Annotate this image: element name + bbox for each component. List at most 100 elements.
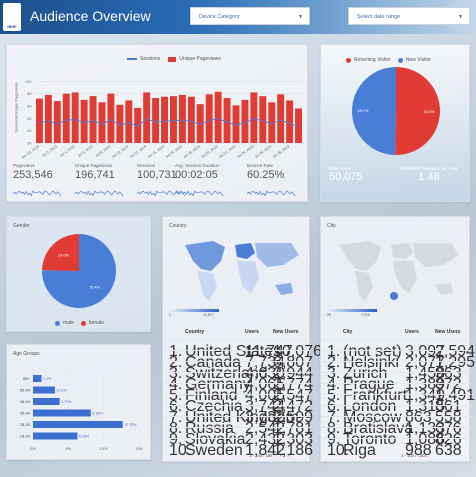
- pageviews-bar[interactable]: [161, 96, 168, 143]
- date-range-dropdown[interactable]: Select date range ▼: [348, 7, 470, 25]
- legend-pageviews: Unique Pageviews: [179, 56, 221, 62]
- y-tick-label: 8K: [27, 91, 32, 96]
- pageviews-bar[interactable]: [223, 97, 231, 143]
- pageviews-bar[interactable]: [36, 98, 43, 143]
- table-row[interactable]: 4. Prague 1,389 872: [321, 372, 471, 393]
- table-row[interactable]: 1. (not set) 3,097 2,594: [321, 339, 475, 360]
- pageviews-bar[interactable]: [178, 94, 186, 143]
- pageviews-bar[interactable]: [44, 94, 52, 143]
- table-row[interactable]: 3. Switzerland 4,630 2,944: [163, 361, 313, 382]
- country-map[interactable]: [163, 231, 311, 321]
- pageviews-bar[interactable]: [214, 91, 222, 143]
- x-tick-label: 0%: [30, 446, 36, 451]
- pageviews-bar[interactable]: [143, 92, 151, 143]
- table-row[interactable]: 2. Helsinki 2,077 1,295: [321, 350, 475, 371]
- table-row[interactable]: 2. Canada 7,734 6,807: [163, 350, 313, 371]
- pageviews-bar[interactable]: [205, 94, 213, 143]
- kpi-sparkline: [174, 190, 224, 197]
- pageviews-bar[interactable]: [277, 94, 285, 143]
- y-tick-label: 2K: [27, 128, 32, 133]
- table-header: City Users New Users: [321, 329, 471, 339]
- table-row[interactable]: 10. Sweden 1,842 1,186: [163, 438, 313, 459]
- column-header[interactable]: New Users: [273, 329, 299, 335]
- table-row[interactable]: 7. United Kingdom 3,732 2,599: [163, 405, 313, 426]
- age-bar[interactable]: [33, 432, 78, 440]
- page-title: Audience Overview: [30, 8, 151, 24]
- pie-slice[interactable]: [42, 234, 79, 271]
- pageviews-bar[interactable]: [259, 96, 267, 143]
- pageviews-bar[interactable]: [125, 100, 133, 143]
- pageviews-bar[interactable]: [170, 96, 177, 143]
- sessions-per-user-value: 1.48: [418, 171, 440, 183]
- table-row[interactable]: 8. Russia 2,542 1,781: [163, 416, 313, 437]
- table-row[interactable]: 8. Bratislava 1,133 676: [321, 416, 471, 437]
- column-header[interactable]: Users: [245, 329, 259, 335]
- gender-legend: male female: [55, 320, 104, 326]
- legend-sessions: Sessions: [140, 56, 161, 62]
- sessions-card: Sessions Unique Pageviews 10K 8K 6K 4K 2K 0K J…: [6, 44, 308, 202]
- column-header[interactable]: New Users: [435, 329, 461, 335]
- column-header[interactable]: Country: [185, 329, 204, 335]
- y-tick-label: 0K: [27, 141, 32, 146]
- age-bar[interactable]: [33, 386, 55, 394]
- age-groups-bar-chart: 0% 5% 10% 15% 65+ 1.2% 55-64 3.11% 45-54 3.77% 35-…: [20, 371, 143, 451]
- pageviews-bar[interactable]: [187, 96, 195, 143]
- kpi-card: Sessions 100,731: [137, 163, 177, 181]
- pageviews-bar[interactable]: [53, 101, 61, 143]
- legend-returning: Returning Visitor: [354, 57, 391, 63]
- category-label: 45-54: [20, 399, 31, 404]
- x-tick-label: Jul 14, 2019: [147, 145, 165, 160]
- pageviews-bar[interactable]: [286, 100, 294, 143]
- kpi-label: Unique Pageviews: [75, 163, 113, 168]
- city-card: City 28 7,019 City Users New Users 1. (not s…: [320, 216, 475, 462]
- table-row[interactable]: 9. Toronto 1,086 826: [321, 427, 471, 448]
- logo: IBHF: [3, 3, 21, 31]
- pageviews-bar[interactable]: [250, 92, 258, 143]
- bar-value-label: 6.29%: [79, 435, 90, 439]
- age-bar[interactable]: [33, 421, 123, 428]
- city-map[interactable]: [321, 231, 471, 321]
- chevron-down-icon: ▼: [458, 14, 463, 20]
- country-scale-min: 1: [169, 313, 171, 317]
- age-groups-card: Age Groups 0% 5% 10% 15% 65+ 1.2% 55-64 3.11% 45…: [6, 344, 151, 460]
- kpi-sparkline: [12, 190, 62, 197]
- table-row[interactable]: 10. Riga 988 638: [321, 438, 471, 459]
- age-bar[interactable]: [33, 375, 42, 382]
- country-scale-max: 11,807: [203, 313, 214, 317]
- next-page-icon[interactable]: >: [287, 453, 289, 458]
- age-bar[interactable]: [33, 409, 91, 417]
- table-row[interactable]: 3. Zurich 1,458 963: [321, 361, 471, 382]
- pie-label: 24.6%: [58, 254, 69, 258]
- table-row[interactable]: 7. Moscow 863 558: [321, 405, 471, 426]
- gender-card: Gender 75.4% 24.6% male female: [6, 216, 151, 332]
- prev-page-icon[interactable]: <: [280, 453, 282, 458]
- table-row[interactable]: 5. Frankfurt 1,349 1,491: [321, 383, 475, 404]
- x-tick-label: Jul 18, 2019: [182, 145, 200, 160]
- column-header[interactable]: Users: [405, 329, 419, 335]
- age-bar[interactable]: [33, 398, 60, 405]
- new-users-value: 50,075: [329, 171, 363, 183]
- pageviews-bar[interactable]: [62, 93, 70, 143]
- table-row[interactable]: 4. Germany 4,065 2,774: [163, 372, 313, 393]
- pageviews-bar[interactable]: [107, 93, 115, 143]
- x-tick-label: Jul 4, 2019: [59, 145, 76, 158]
- table-row[interactable]: 6. London 1,315 861: [321, 394, 471, 415]
- device-category-dropdown[interactable]: Device Category ▼: [190, 7, 310, 25]
- pageviews-swatch: [168, 56, 177, 62]
- table-row[interactable]: 6. Czechia 3,744 2,472: [163, 394, 313, 415]
- x-tick-label: Jul 12, 2019: [129, 145, 147, 160]
- sessions-legend: Sessions Unique Pageviews: [127, 56, 221, 62]
- y-tick-label: 4K: [27, 116, 32, 121]
- table-row[interactable]: 5. Finland 4,005 2,547: [163, 383, 313, 404]
- sessions-per-user-kpi: Number of Sessions per User 1.48: [391, 166, 467, 183]
- bar-value-label: 8.18%: [92, 412, 103, 416]
- pageviews-bar[interactable]: [71, 92, 79, 143]
- legend-new: New Visitor: [405, 57, 432, 63]
- kpi-value: 253,546: [13, 169, 53, 181]
- pageviews-bar[interactable]: [152, 97, 160, 143]
- pageviews-bar[interactable]: [89, 96, 97, 143]
- table-row[interactable]: 9. Slovakia 2,432 1,303: [163, 427, 313, 448]
- city-bubble[interactable]: [390, 292, 398, 300]
- column-header[interactable]: City: [343, 329, 352, 335]
- table-row[interactable]: 1. United States 11,747 10,076: [163, 339, 322, 360]
